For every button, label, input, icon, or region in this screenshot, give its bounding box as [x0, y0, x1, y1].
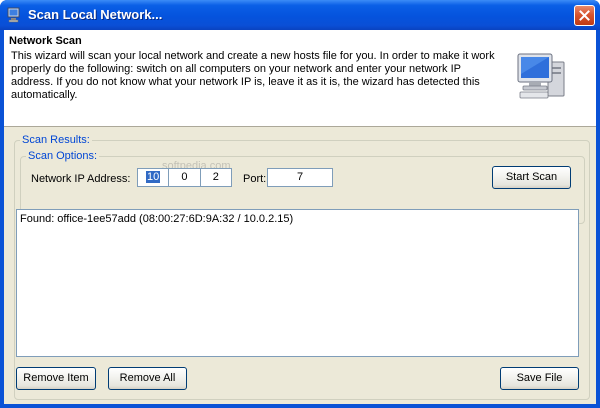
ip-segment-2[interactable]: 0: [168, 169, 199, 186]
scan-network-window: Scan Local Network... Network Scan This …: [0, 0, 600, 408]
list-item[interactable]: Found: office-1ee57add (08:00:27:6D:9A:3…: [20, 213, 293, 225]
network-ip-label: Network IP Address:: [31, 173, 131, 185]
scan-results-label: Scan Results:: [20, 134, 92, 147]
network-ip-input[interactable]: 10 0 2: [137, 168, 232, 187]
start-scan-button[interactable]: Start Scan: [492, 166, 571, 189]
header-title: Network Scan: [9, 35, 82, 47]
close-icon: [579, 10, 590, 21]
scan-results-list[interactable]: Found: office-1ee57add (08:00:27:6D:9A:3…: [16, 209, 579, 357]
remove-all-button[interactable]: Remove All: [108, 367, 187, 390]
title-bar[interactable]: Scan Local Network...: [0, 0, 600, 30]
scan-options-label: Scan Options:: [26, 150, 100, 163]
close-button[interactable]: [574, 5, 595, 26]
ip-segment-3[interactable]: 2: [199, 169, 231, 186]
window-title: Scan Local Network...: [28, 7, 163, 22]
header-description: This wizard will scan your local network…: [11, 50, 495, 101]
port-input[interactable]: 7: [267, 168, 333, 187]
port-label: Port:: [243, 173, 267, 185]
save-file-button[interactable]: Save File: [500, 367, 579, 390]
remove-item-button[interactable]: Remove Item: [16, 367, 96, 390]
network-app-icon: [6, 7, 22, 23]
ip-segment-1[interactable]: 10: [138, 169, 168, 186]
wizard-header: Network Scan This wizard will scan your …: [4, 30, 596, 127]
computer-icon: [514, 48, 570, 107]
